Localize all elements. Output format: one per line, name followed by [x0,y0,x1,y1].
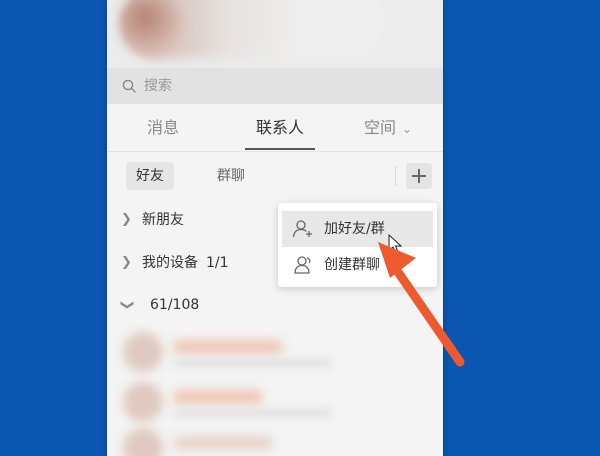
avatar [123,428,163,456]
subtab-friends[interactable]: 好友 [126,162,174,190]
chevron-down-icon: ❯ [119,299,135,311]
group-friends-list[interactable]: ❯ 61/108 [107,285,443,325]
chevron-down-icon: ⌄ [401,122,413,136]
avatar [123,332,163,372]
list-item[interactable] [117,426,433,456]
menu-item-label: 加好友/群 [324,221,385,237]
tab-space-label: 空间 [363,118,396,137]
search-icon [122,79,136,93]
tab-contacts[interactable]: 联系人 [245,104,315,152]
search-bar[interactable] [107,68,443,104]
add-dropdown-menu: 加好友/群 创建群聊 [278,203,437,287]
add-button[interactable] [406,163,432,189]
list-item[interactable] [117,330,433,374]
profile-header[interactable] [107,0,443,68]
group-label: 我的设备 1/1 [142,243,229,283]
group-count: 1/1 [206,255,229,271]
search-input[interactable] [144,78,394,94]
tab-contacts-label: 联系人 [255,118,304,137]
menu-item-label: 创建群聊 [324,257,380,273]
group-label: 新朋友 [142,200,184,240]
group-count: 61/108 [150,297,200,313]
subtab-groups[interactable]: 群聊 [207,162,255,190]
list-item[interactable] [117,380,433,424]
main-tabs: 消息 联系人 空间 ⌄ [107,104,443,152]
add-user-icon [292,219,314,239]
contact-subtabs: 好友 群聊 [107,152,443,200]
plus-icon-vertical [418,169,420,183]
contact-name-blur [173,390,263,404]
subtabs-separator [395,166,396,186]
contact-status-blur [173,358,333,368]
contact-status-blur [173,408,333,418]
avatar [123,382,163,422]
tab-messages-label: 消息 [146,118,179,137]
group-name: 新朋友 [142,212,184,228]
tab-space[interactable]: 空间 ⌄ [353,104,423,152]
contact-name-blur [173,436,273,450]
chevron-right-icon: ❯ [121,255,132,270]
tab-messages[interactable]: 消息 [131,104,195,152]
group-label: 61/108 [150,285,199,325]
contact-name-blur [173,340,283,354]
users-icon [292,255,314,275]
group-name: 我的设备 [142,255,198,271]
mouse-cursor-icon [388,234,404,256]
menu-item-create-group[interactable]: 创建群聊 [282,247,433,283]
chevron-right-icon: ❯ [121,212,132,227]
menu-item-add-friend-group[interactable]: 加好友/群 [282,211,433,247]
